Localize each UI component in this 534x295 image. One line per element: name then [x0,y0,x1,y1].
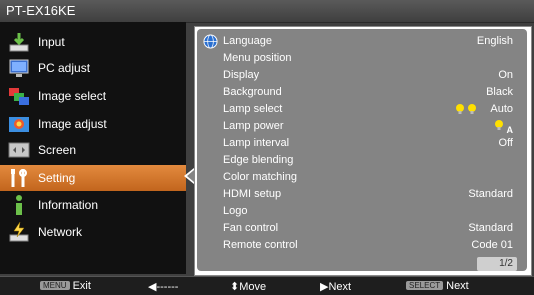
menu-item-pc-adjust[interactable]: PC adjust [0,55,186,81]
main-menu: Input PC adjust Image select Image adjus… [0,22,186,274]
row-color-matching[interactable]: Color matching [197,169,527,186]
row-language[interactable]: Language English [197,33,527,50]
network-icon [9,221,29,242]
settings-list: Language English Menu position Display O… [197,29,527,271]
row-lamp-select[interactable]: Lamp select Auto [197,101,527,118]
footer-move: ⬍Move [230,281,267,293]
lamp-icon [495,120,503,130]
input-icon [9,33,29,52]
footer-back: ◀------ [148,281,179,293]
up-down-arrow-icon: ⬍ [230,281,240,293]
menu-key-icon: MENU [40,281,70,290]
pc-adjust-icon [9,59,29,77]
globe-icon [203,34,218,49]
projector-menu: PT-EX16KE Input PC adjust Image select I… [0,0,534,295]
row-lamp-interval[interactable]: Lamp interval Off [197,135,527,152]
footer-select: SELECT Next [406,280,469,292]
selection-pointer-inner [187,170,194,182]
image-select-icon [9,88,29,105]
menu-item-image-select[interactable]: Image select [0,83,186,109]
footer-next: ▶Next [320,281,352,293]
window-title: PT-EX16KE [6,3,76,18]
row-hdmi-setup[interactable]: HDMI setup Standard [197,186,527,203]
row-logo[interactable]: Logo [197,203,527,220]
settings-panel: Language English Menu position Display O… [194,26,532,276]
row-display[interactable]: Display On [197,67,527,84]
row-remote-control[interactable]: Remote control Code 01 [197,237,527,254]
footer-bar: MENU Exit ◀------ ⬍Move ▶Next SELECT Next [0,276,534,295]
image-adjust-icon [9,117,29,132]
select-key-icon: SELECT [406,281,444,290]
menu-item-image-adjust[interactable]: Image adjust [0,111,186,137]
menu-item-information[interactable]: Information [0,192,186,218]
information-icon [16,195,22,215]
screen-icon [8,142,30,158]
row-menu-position[interactable]: Menu position [197,50,527,67]
footer-exit: MENU Exit [40,280,91,292]
row-fan-control[interactable]: Fan control Standard [197,220,527,237]
title-bar: PT-EX16KE [0,0,534,23]
row-background[interactable]: Background Black [197,84,527,101]
dual-lamp-icon [456,104,476,114]
row-lamp-power[interactable]: Lamp power A [197,118,527,135]
menu-item-network[interactable]: Network [0,219,186,245]
page-indicator: 1/2 [477,257,517,271]
menu-item-screen[interactable]: Screen [0,137,186,163]
menu-item-input[interactable]: Input [0,29,186,55]
menu-item-setting[interactable]: Setting [0,165,186,191]
setting-icon [11,169,27,187]
row-edge-blending[interactable]: Edge blending [197,152,527,169]
